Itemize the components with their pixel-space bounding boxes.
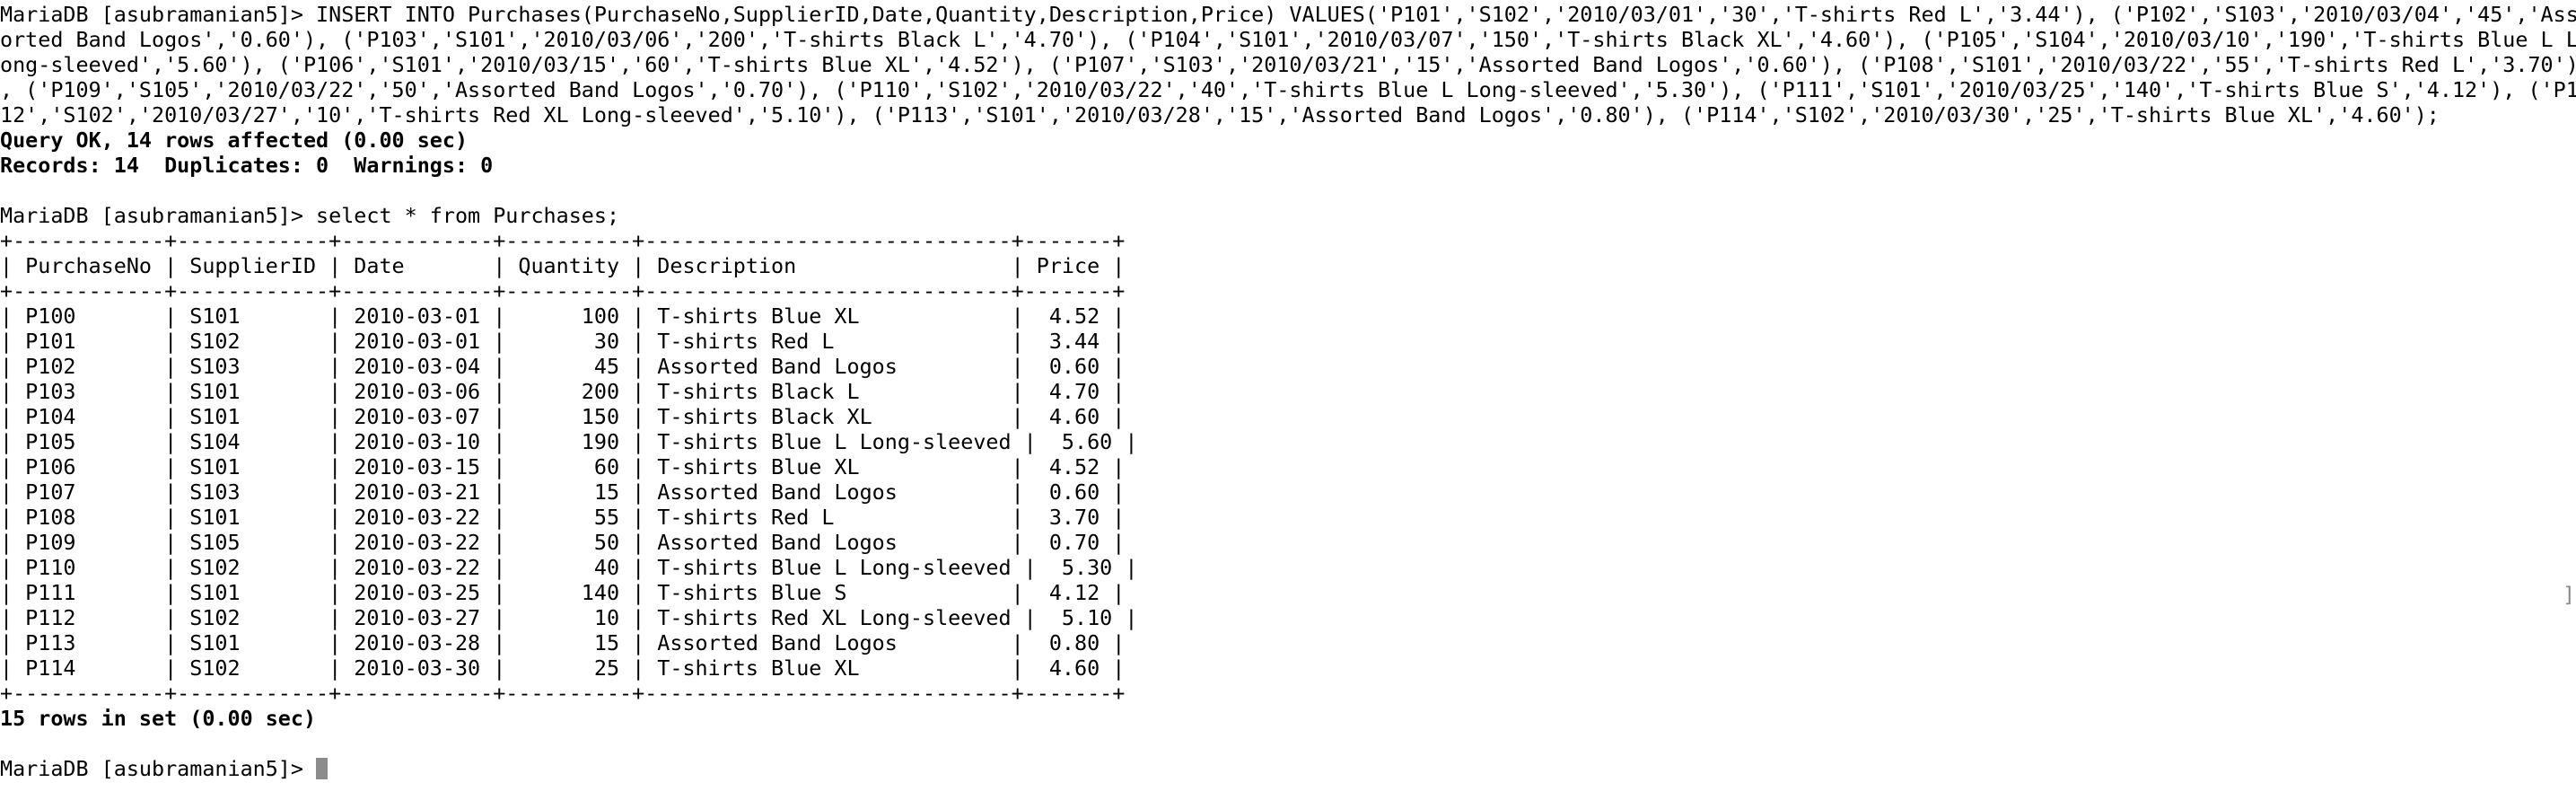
terminal-line: | P101 | S102 | 2010-03-01 | 30 | T-shir… — [0, 329, 1126, 354]
terminal-line: | P104 | S101 | 2010-03-07 | 150 | T-shi… — [0, 404, 1126, 429]
prompt-line[interactable]: MariaDB [asubramanian5]> — [0, 756, 329, 781]
terminal-line: +------------+------------+------------+… — [0, 278, 1126, 303]
text-cursor — [316, 758, 329, 779]
terminal-line: | P109 | S105 | 2010-03-22 | 50 | Assort… — [0, 530, 1126, 555]
terminal-line: | P113 | S101 | 2010-03-28 | 15 | Assort… — [0, 630, 1126, 655]
terminal-line: 12','S102','2010/03/27','10','T-shirts R… — [0, 102, 2440, 128]
terminal-line: | P105 | S104 | 2010-03-10 | 190 | T-shi… — [0, 429, 1138, 454]
terminal-line: | P107 | S103 | 2010-03-21 | 15 | Assort… — [0, 479, 1126, 505]
terminal-line: ong-sleeved','5.60'), ('P106','S101','20… — [0, 52, 2576, 77]
terminal-line: orted Band Logos','0.60'), ('P103','S101… — [0, 27, 2576, 52]
terminal-line: | P103 | S101 | 2010-03-06 | 200 | T-shi… — [0, 379, 1126, 404]
terminal-line: | P102 | S103 | 2010-03-04 | 45 | Assort… — [0, 354, 1126, 379]
terminal-line: | P108 | S101 | 2010-03-22 | 55 | T-shir… — [0, 505, 1126, 530]
terminal-line: Records: 14 Duplicates: 0 Warnings: 0 — [0, 153, 494, 178]
terminal-line: +------------+------------+------------+… — [0, 681, 1126, 706]
terminal-line: MariaDB [asubramanian5]> select * from P… — [0, 203, 620, 228]
terminal-line: MariaDB [asubramanian5]> INSERT INTO Pur… — [0, 2, 2576, 27]
terminal-line: Query OK, 14 rows affected (0.00 sec) — [0, 128, 469, 153]
terminal-line: +------------+------------+------------+… — [0, 228, 1126, 253]
terminal-line: | P106 | S101 | 2010-03-15 | 60 | T-shir… — [0, 454, 1126, 479]
prompt-text: MariaDB [asubramanian5]> — [0, 756, 317, 781]
terminal-line: | PurchaseNo | SupplierID | Date | Quant… — [0, 253, 1126, 278]
terminal-line: | P110 | S102 | 2010-03-22 | 40 | T-shir… — [0, 555, 1138, 580]
terminal-output[interactable]: MariaDB [asubramanian5]> INSERT INTO Pur… — [0, 0, 2576, 809]
terminal-line: | P111 | S101 | 2010-03-25 | 140 | T-shi… — [0, 580, 1126, 605]
terminal-line: , ('P109','S105','2010/03/22','50','Asso… — [0, 77, 2576, 102]
terminal-line: | P100 | S101 | 2010-03-01 | 100 | T-shi… — [0, 303, 1126, 329]
terminal-line: | P114 | S102 | 2010-03-30 | 25 | T-shir… — [0, 655, 1126, 681]
right-edge-marker: ] — [2563, 582, 2576, 607]
terminal-line: 15 rows in set (0.00 sec) — [0, 706, 317, 731]
terminal-line: | P112 | S102 | 2010-03-27 | 10 | T-shir… — [0, 605, 1138, 630]
